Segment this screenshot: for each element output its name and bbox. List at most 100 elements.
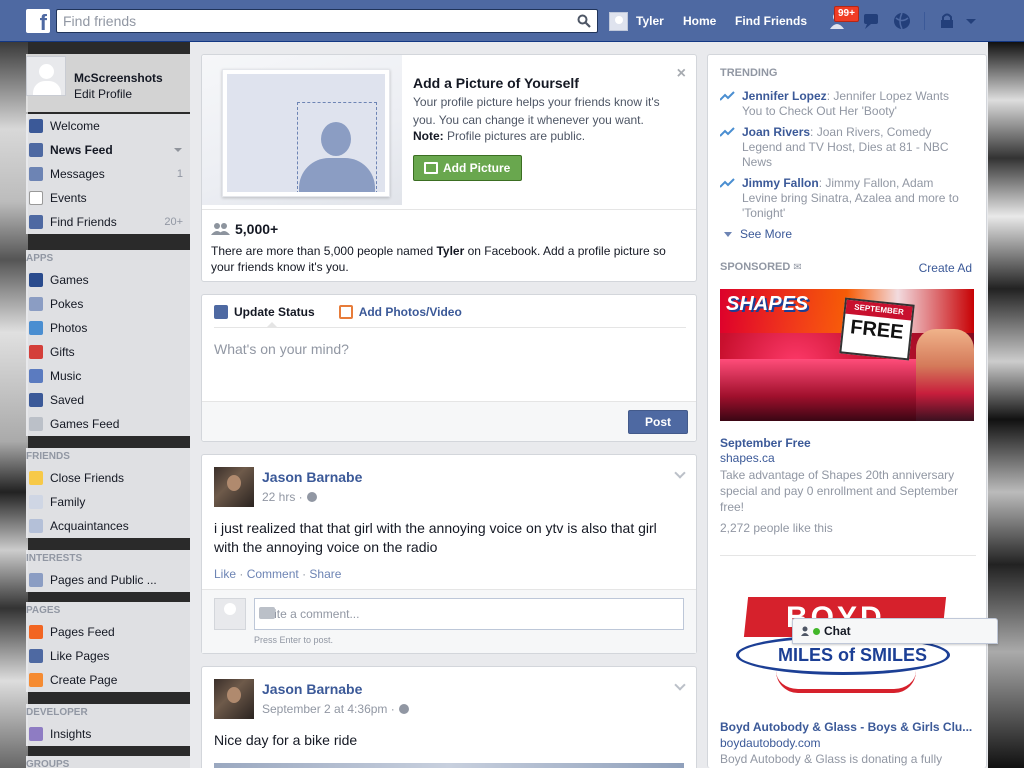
right-column: TRENDING Jennifer Lopez: Jennifer Lopez … [707,54,987,768]
sidebar-item-insights[interactable]: Insights [26,722,190,746]
camera-icon[interactable] [259,607,275,619]
saved-icon [29,393,43,407]
sidebar-item-pages-feed[interactable]: Pages Feed [26,620,190,644]
close-icon[interactable]: × [677,65,686,83]
news-feed-icon [29,143,43,157]
find-friends-link[interactable]: Find Friends [735,14,807,28]
sidebar-item-create-page[interactable]: Create Page [26,668,190,692]
avatar[interactable] [214,679,254,719]
sidebar-item-welcome[interactable]: Welcome [26,114,190,138]
home-link[interactable]: Home [683,14,716,28]
sidebar-item-saved[interactable]: Saved [26,388,190,412]
facebook-logo-icon[interactable]: f [26,9,50,33]
see-more-link[interactable]: See More [724,227,792,241]
sidebar-item-gifts[interactable]: Gifts [26,340,190,364]
sidebar-item-label: Pages Feed [50,625,115,639]
sidebar-item-games[interactable]: Games [26,268,190,292]
sidebar-item-label: Close Friends [50,471,125,485]
sidebar-item-events[interactable]: Events [26,186,190,210]
chat-tab[interactable]: Chat [792,618,998,644]
feed-post: Jason Barnabe September 2 at 4:36pm · Ni… [201,666,697,768]
ad-image-shapes[interactable]: SHAPES SEPTEMBER FREE [720,289,974,421]
chevron-down-icon[interactable] [674,467,686,479]
sidebar-item-music[interactable]: Music [26,364,190,388]
post-timestamp[interactable]: 22 hrs · [262,490,317,504]
ad-title[interactable]: Boyd Autobody & Glass - Boys & Girls Clu… [720,720,976,734]
post-button[interactable]: Post [628,410,688,434]
chevron-down-icon[interactable] [174,148,182,152]
create-ad-link[interactable]: Create Ad [919,261,972,275]
chevron-down-icon[interactable] [674,679,686,691]
sidebar-item-acquaintances[interactable]: Acquaintances [26,514,190,538]
sidebar-item-games-feed[interactable]: Games Feed [26,412,190,436]
favorites-group: Welcome News Feed Messages 1 Events Find… [26,114,190,234]
divider [214,327,686,328]
post-author[interactable]: Jason Barnabe [262,469,362,485]
sidebar-item-label: Games Feed [50,417,120,431]
profile-picture[interactable] [26,56,66,96]
section-header-pages[interactable]: PAGES [26,602,190,620]
tab-update-status[interactable]: Update Status [214,305,315,319]
sidebar-item-news-feed[interactable]: News Feed [26,138,190,162]
profile-picture-placeholder[interactable] [222,69,390,197]
ad-url[interactable]: shapes.ca [720,451,775,465]
tab-add-photos-video[interactable]: Add Photos/Video [338,305,462,319]
calendar-graphic: SEPTEMBER FREE [839,297,915,361]
ad-title[interactable]: September Free [720,436,976,450]
ad-likes: 2,272 people like this [720,521,833,535]
photo-icon [424,162,438,174]
profile-section[interactable]: McScreenshots Edit Profile [26,54,190,112]
user-name: Tyler [636,14,664,28]
sidebar-item-find-friends[interactable]: Find Friends 20+ [26,210,190,234]
share-link[interactable]: Share [309,567,341,581]
comment-link[interactable]: Comment [247,567,299,581]
people-description: There are more than 5,000 people named T… [211,244,666,274]
add-picture-button[interactable]: Add Picture [413,155,522,181]
post-photo[interactable] [214,763,684,768]
sidebar-item-label: Gifts [50,345,75,359]
sidebar-item-photos[interactable]: Photos [26,316,190,340]
trending-item[interactable]: Joan Rivers: Joan Rivers, Comedy Legend … [720,125,960,170]
section-header-interests[interactable]: INTERESTS [26,550,190,568]
search-box[interactable] [56,9,598,33]
sidebar-item-close-friends[interactable]: Close Friends [26,466,190,490]
avatar[interactable] [214,467,254,507]
privacy-lock-icon[interactable] [937,11,959,31]
edit-profile-link[interactable]: Edit Profile [74,87,132,101]
apps-group: APPS Games Pokes Photos Gifts Music Save… [26,250,190,436]
divider [202,209,696,210]
add-picture-note: Note: Profile pictures are public. [413,129,586,143]
ad-image-boyd[interactable]: BOYD MILES of SMILES [720,585,976,725]
sidebar-item-like-pages[interactable]: Like Pages [26,644,190,668]
comment-input[interactable]: Write a comment... [254,598,684,630]
globe-notifications-icon[interactable] [891,11,913,31]
post-author[interactable]: Jason Barnabe [262,681,362,697]
trending-arrow-icon [720,91,735,101]
section-header-developer[interactable]: DEVELOPER [26,704,190,722]
sidebar-item-label: Events [50,191,87,205]
like-link[interactable]: Like [214,567,236,581]
messages-icon[interactable] [860,11,882,31]
sidebar-item-pokes[interactable]: Pokes [26,292,190,316]
profile-name[interactable]: McScreenshots [74,71,163,85]
settings-chevron-down-icon[interactable] [964,11,978,31]
section-header-groups[interactable]: GROUPS [26,756,190,768]
item-count: 1 [176,168,183,180]
section-header-friends[interactable]: FRIENDS [26,448,190,466]
ad-description: Boyd Autobody & Glass is donating a full… [720,752,943,766]
sidebar-item-pages-public[interactable]: Pages and Public ... [26,568,190,592]
sidebar-item-messages[interactable]: Messages 1 [26,162,190,186]
section-header-apps[interactable]: APPS [26,250,190,268]
sidebar-item-family[interactable]: Family [26,490,190,514]
search-input[interactable] [57,10,567,32]
sidebar-item-label: News Feed [50,143,113,157]
profile-link[interactable]: Tyler [609,11,664,31]
trending-item[interactable]: Jimmy Fallon: Jimmy Fallon, Adam Levine … [720,176,960,221]
interests-group: INTERESTS Pages and Public ... [26,550,190,592]
search-icon[interactable] [577,14,591,28]
games-icon [29,273,43,287]
trending-item[interactable]: Jennifer Lopez: Jennifer Lopez Wants You… [720,89,960,119]
post-timestamp[interactable]: September 2 at 4:36pm · [262,702,409,716]
ad-url[interactable]: boydautobody.com [720,736,821,750]
status-input[interactable]: What's on your mind? [214,341,349,357]
